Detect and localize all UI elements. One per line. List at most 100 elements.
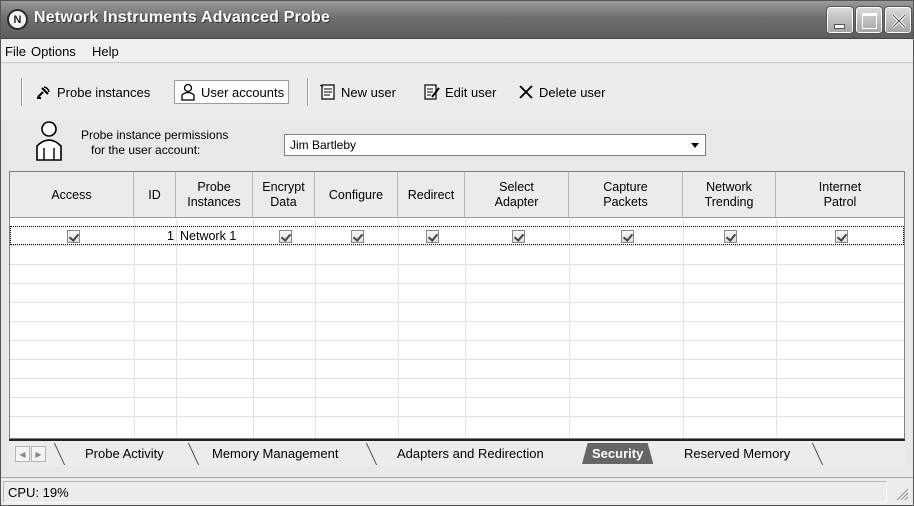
tab-divider [811, 443, 824, 465]
menu-file[interactable]: File [5, 44, 26, 59]
capture-packets-checkbox[interactable] [620, 229, 634, 243]
grid-header: Access ID Probe Instances Encrypt Data Con… [10, 172, 904, 218]
app-icon[interactable]: N [7, 9, 28, 30]
grid-line [10, 340, 904, 341]
chevron-down-icon[interactable] [687, 137, 703, 153]
selected-user: Jim Bartleby [290, 138, 357, 152]
grid-line [10, 321, 904, 322]
user-accounts-label: User accounts [201, 84, 285, 100]
grid-line [10, 264, 904, 265]
table-row[interactable]: 1 Network 1 [10, 226, 904, 245]
grid-line [176, 218, 177, 438]
select-adapter-cell[interactable] [466, 227, 570, 245]
probe-icon [37, 86, 50, 99]
grid-line [10, 416, 904, 417]
tab-scroll-left-button[interactable]: ◀ [15, 446, 30, 462]
instance-cell: Network 1 [180, 229, 237, 243]
minimize-button[interactable] [826, 6, 854, 34]
probe-instances-label: Probe instances [57, 84, 151, 100]
col-header-select-adapter[interactable]: Select Adapter [465, 172, 569, 218]
permissions-label: Probe instance permissions for the user … [81, 128, 229, 157]
grid-line [776, 218, 777, 438]
encrypt-data-cell[interactable] [254, 227, 316, 245]
title-bar[interactable]: N Network Instruments Advanced Probe [1, 1, 913, 39]
window-title: Network Instruments Advanced Probe [34, 9, 331, 26]
delete-user-label: Delete user [539, 84, 606, 100]
internet-patrol-cell[interactable] [777, 227, 904, 245]
configure-cell[interactable] [316, 227, 399, 245]
user-account-icon [36, 121, 62, 161]
tab-divider [53, 443, 66, 465]
cpu-status: CPU: 19% [3, 481, 887, 503]
col-header-id[interactable]: ID [134, 172, 176, 218]
col-header-access[interactable]: Access [10, 172, 134, 218]
bottom-tab-bar: ◀ ▶ Probe Activity Memory Management Ada… [9, 439, 905, 467]
redirect-checkbox[interactable] [426, 229, 439, 243]
tab-scroll-right-button[interactable]: ▶ [31, 446, 46, 462]
internet-patrol-checkbox[interactable] [834, 229, 848, 243]
grid-line [315, 218, 316, 438]
new-user-label: New user [341, 84, 396, 100]
grid-line [253, 218, 254, 438]
grid-line [10, 397, 904, 398]
permissions-row: Probe instance permissions for the user … [9, 120, 905, 170]
id-cell: 1 [167, 229, 174, 243]
col-header-redirect[interactable]: Redirect [398, 172, 465, 218]
col-header-configure[interactable]: Configure [315, 172, 398, 218]
status-bar: CPU: 19% [1, 477, 913, 505]
user-account-select[interactable]: Jim Bartleby [284, 134, 706, 156]
resize-grip-icon[interactable] [895, 487, 909, 501]
grid-line [10, 378, 904, 379]
grid-body: 1 Network 1 [10, 218, 904, 438]
menu-help[interactable]: Help [92, 44, 119, 59]
redirect-cell[interactable] [399, 227, 466, 245]
edit-user-label: Edit user [445, 84, 497, 100]
network-trending-checkbox[interactable] [724, 229, 737, 243]
toolbar: Probe instances User accounts New user E… [1, 64, 913, 120]
user-accounts-button[interactable]: User accounts [174, 80, 290, 104]
col-header-encrypt-data[interactable]: Encrypt Data [253, 172, 315, 218]
tab-security[interactable]: Security [582, 443, 654, 464]
grid-line [398, 218, 399, 438]
tab-reserved-memory[interactable]: Reserved Memory [684, 443, 790, 464]
maximize-button[interactable] [855, 6, 883, 34]
probe-instances-button[interactable]: Probe instances [31, 80, 154, 104]
toolbar-separator [307, 78, 309, 106]
new-document-icon [319, 84, 335, 100]
capture-packets-cell[interactable] [570, 227, 684, 245]
grid-line [134, 218, 135, 438]
tab-divider [187, 443, 200, 465]
col-header-network-trending[interactable]: Network Trending [683, 172, 776, 218]
col-header-internet-patrol[interactable]: Internet Patrol [776, 172, 904, 218]
new-user-button[interactable]: New user [315, 80, 400, 104]
network-trending-cell[interactable] [684, 227, 777, 245]
user-icon [181, 83, 195, 101]
close-icon [891, 13, 907, 29]
toolbar-separator [21, 78, 23, 106]
grid-line [10, 359, 904, 360]
grid-line [569, 218, 570, 438]
grid-line [10, 302, 904, 303]
col-header-capture-packets[interactable]: Capture Packets [569, 172, 683, 218]
configure-checkbox[interactable] [351, 229, 364, 243]
tab-divider [365, 443, 378, 465]
menu-options[interactable]: Options [31, 44, 76, 59]
grid-line [683, 218, 684, 438]
access-checkbox[interactable] [66, 229, 80, 243]
col-header-probe-instances[interactable]: Probe Instances [176, 172, 253, 218]
select-adapter-checkbox[interactable] [511, 229, 525, 243]
access-cell[interactable] [11, 227, 135, 245]
grid-line [10, 283, 904, 284]
close-button[interactable] [884, 6, 912, 34]
encrypt-data-checkbox[interactable] [278, 229, 292, 243]
menu-bar: File Options Help [1, 39, 913, 63]
tab-memory-management[interactable]: Memory Management [212, 443, 338, 464]
main-window: N Network Instruments Advanced Probe Fil… [0, 0, 914, 506]
delete-user-button[interactable]: Delete user [513, 80, 609, 104]
tab-adapters-and-redirection[interactable]: Adapters and Redirection [397, 443, 544, 464]
grid-line [465, 218, 466, 438]
grid-line [10, 245, 904, 246]
delete-icon [519, 85, 533, 99]
edit-user-button[interactable]: Edit user [419, 80, 500, 104]
tab-probe-activity[interactable]: Probe Activity [85, 443, 164, 464]
